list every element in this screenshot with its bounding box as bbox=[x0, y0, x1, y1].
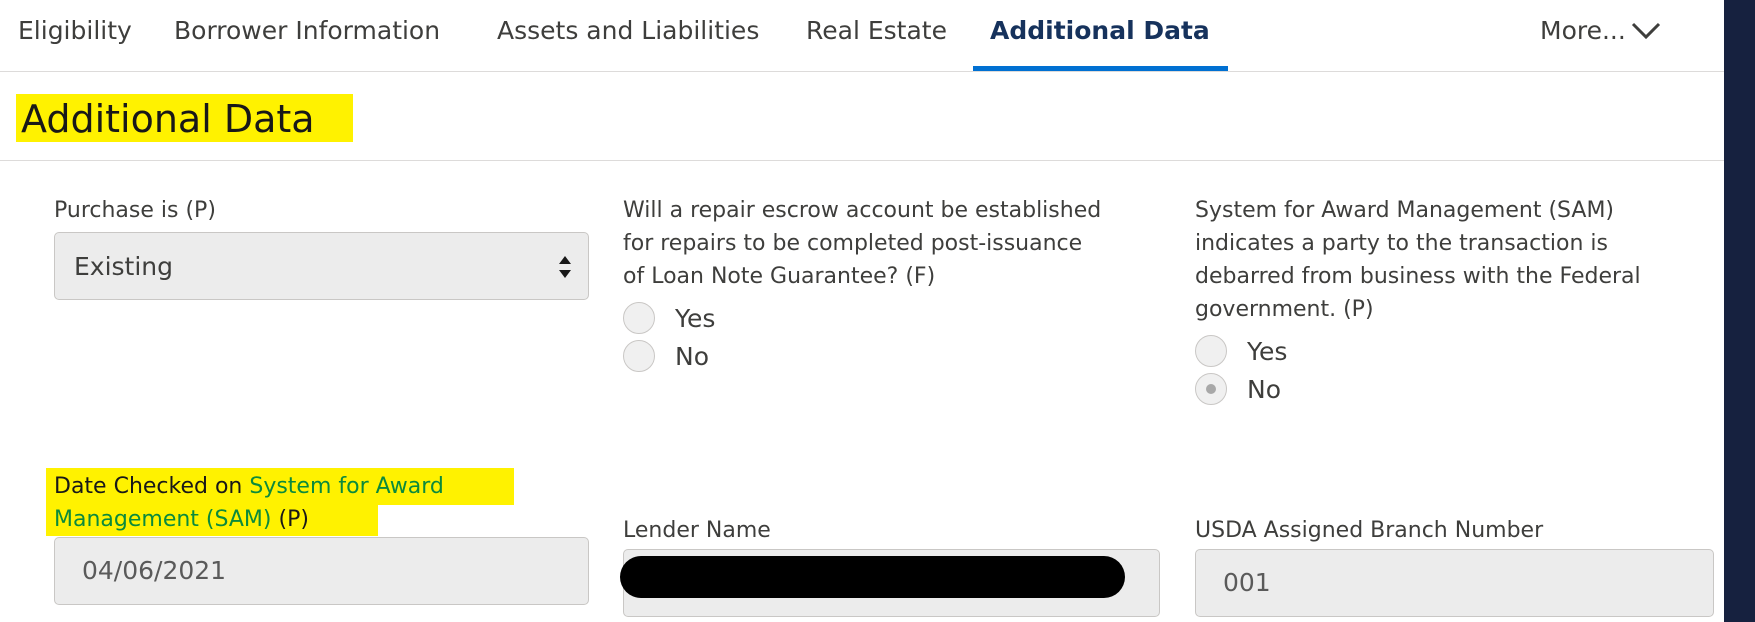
more-tabs-label: More... bbox=[1540, 16, 1626, 45]
tab-bar: Eligibility Borrower Information Assets … bbox=[0, 0, 1724, 72]
radio-button[interactable] bbox=[623, 340, 655, 372]
lender-name-label: Lender Name bbox=[623, 518, 771, 543]
branch-number-label: USDA Assigned Branch Number bbox=[1195, 518, 1544, 543]
tab-assets-and-liabilities[interactable]: Assets and Liabilities bbox=[497, 16, 759, 45]
branch-number-field[interactable]: 001 bbox=[1195, 549, 1714, 617]
date-checked-label: Date Checked on System for Award Managem… bbox=[54, 474, 444, 532]
tab-borrower-information[interactable]: Borrower Information bbox=[174, 16, 440, 45]
main-panel: Eligibility Borrower Information Assets … bbox=[0, 0, 1724, 622]
more-tabs-button[interactable]: More... bbox=[1540, 16, 1662, 45]
tab-additional-data[interactable]: Additional Data bbox=[990, 16, 1210, 45]
purchase-label: Purchase is (P) bbox=[54, 198, 216, 223]
sam-no[interactable]: No bbox=[1195, 373, 1281, 405]
sam-link[interactable]: System for Award bbox=[249, 474, 444, 499]
radio-button[interactable] bbox=[1195, 335, 1227, 367]
tab-eligibility[interactable]: Eligibility bbox=[18, 16, 132, 45]
date-checked-field[interactable]: 04/06/2021 bbox=[54, 537, 589, 605]
divider bbox=[0, 160, 1724, 161]
redaction-bar bbox=[620, 556, 1125, 598]
purchase-select[interactable]: Existing bbox=[54, 232, 589, 300]
radio-button[interactable] bbox=[623, 302, 655, 334]
tab-real-estate[interactable]: Real Estate bbox=[806, 16, 947, 45]
radio-dot bbox=[1206, 384, 1216, 394]
page-title: Additional Data bbox=[21, 97, 315, 141]
repair-escrow-label: Will a repair escrow account be establis… bbox=[623, 198, 1102, 289]
sam-label: System for Award Management (SAM) indica… bbox=[1195, 198, 1641, 322]
radio-button-selected[interactable] bbox=[1195, 373, 1227, 405]
repair-escrow-no[interactable]: No bbox=[623, 340, 709, 372]
chevron-down-icon bbox=[1631, 22, 1660, 39]
sam-link[interactable]: Management (SAM) bbox=[54, 507, 272, 532]
active-tab-indicator bbox=[973, 66, 1228, 71]
sam-yes[interactable]: Yes bbox=[1195, 335, 1287, 367]
select-arrows-icon bbox=[559, 256, 571, 278]
repair-escrow-yes[interactable]: Yes bbox=[623, 302, 715, 334]
purchase-select-value: Existing bbox=[74, 252, 174, 281]
